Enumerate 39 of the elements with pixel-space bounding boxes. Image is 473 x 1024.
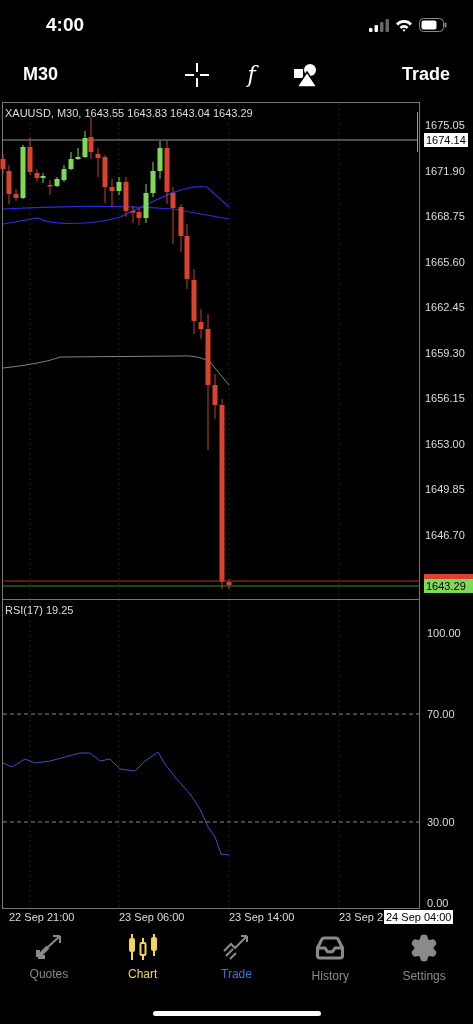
price-marker: 1674.14	[424, 133, 468, 147]
tab-bar-item[interactable]: Settings	[377, 933, 471, 985]
battery-icon	[419, 18, 447, 32]
price-label: 1665.60	[425, 254, 465, 269]
timeframe-button[interactable]: M30	[23, 61, 83, 88]
time-label: 23 Sep 14:00	[229, 910, 295, 924]
inbox-icon	[315, 933, 346, 963]
shapes-icon[interactable]	[293, 62, 318, 87]
time-label: 22 Sep 21:00	[9, 910, 75, 924]
price-label: 1646.70	[425, 527, 465, 542]
candlestick-icon	[126, 933, 159, 961]
price-label: 1671.90	[425, 163, 465, 178]
price-label: 1659.30	[425, 345, 465, 360]
tab-bar-item[interactable]: Chart	[95, 933, 190, 985]
price-label: 1675.05	[425, 118, 465, 132]
tab-bar-item[interactable]: Trade	[189, 933, 284, 985]
rsi-level-label: 100.00	[427, 626, 461, 640]
time-label: 23 Sep 2	[339, 910, 384, 924]
time-label: 23 Sep 06:00	[119, 910, 185, 924]
price-label: 1649.85	[425, 482, 465, 496]
diagonal-arrows-icon	[33, 933, 64, 961]
tab-bar-item[interactable]: History	[283, 933, 378, 985]
last-price-marker: 1643.29	[424, 579, 473, 593]
price-label: 1656.15	[425, 391, 465, 405]
trade-button[interactable]: Trade	[380, 61, 450, 88]
time-cursor-label: 24 Sep 04:00	[384, 910, 454, 924]
wifi-icon	[395, 18, 413, 32]
signal-icon	[369, 18, 389, 32]
chart-title: XAUUSD, M30, 1643.55 1643.83 1643.04 1643.29	[5, 106, 253, 121]
rsi-level-label: 0.00	[427, 896, 449, 910]
rsi-level-label: 70.00	[427, 707, 455, 721]
tab-bar-item[interactable]: Quotes	[2, 933, 96, 985]
crosshair-icon[interactable]	[185, 62, 210, 87]
rsi-title: RSI(17) 19.25	[5, 603, 74, 618]
status-time: 4:00	[46, 12, 85, 37]
price-label: 1668.75	[425, 209, 465, 223]
price-label: 1662.45	[425, 300, 465, 314]
rsi-level-label: 30.00	[427, 815, 455, 829]
price-label: 1653.00	[425, 436, 465, 451]
